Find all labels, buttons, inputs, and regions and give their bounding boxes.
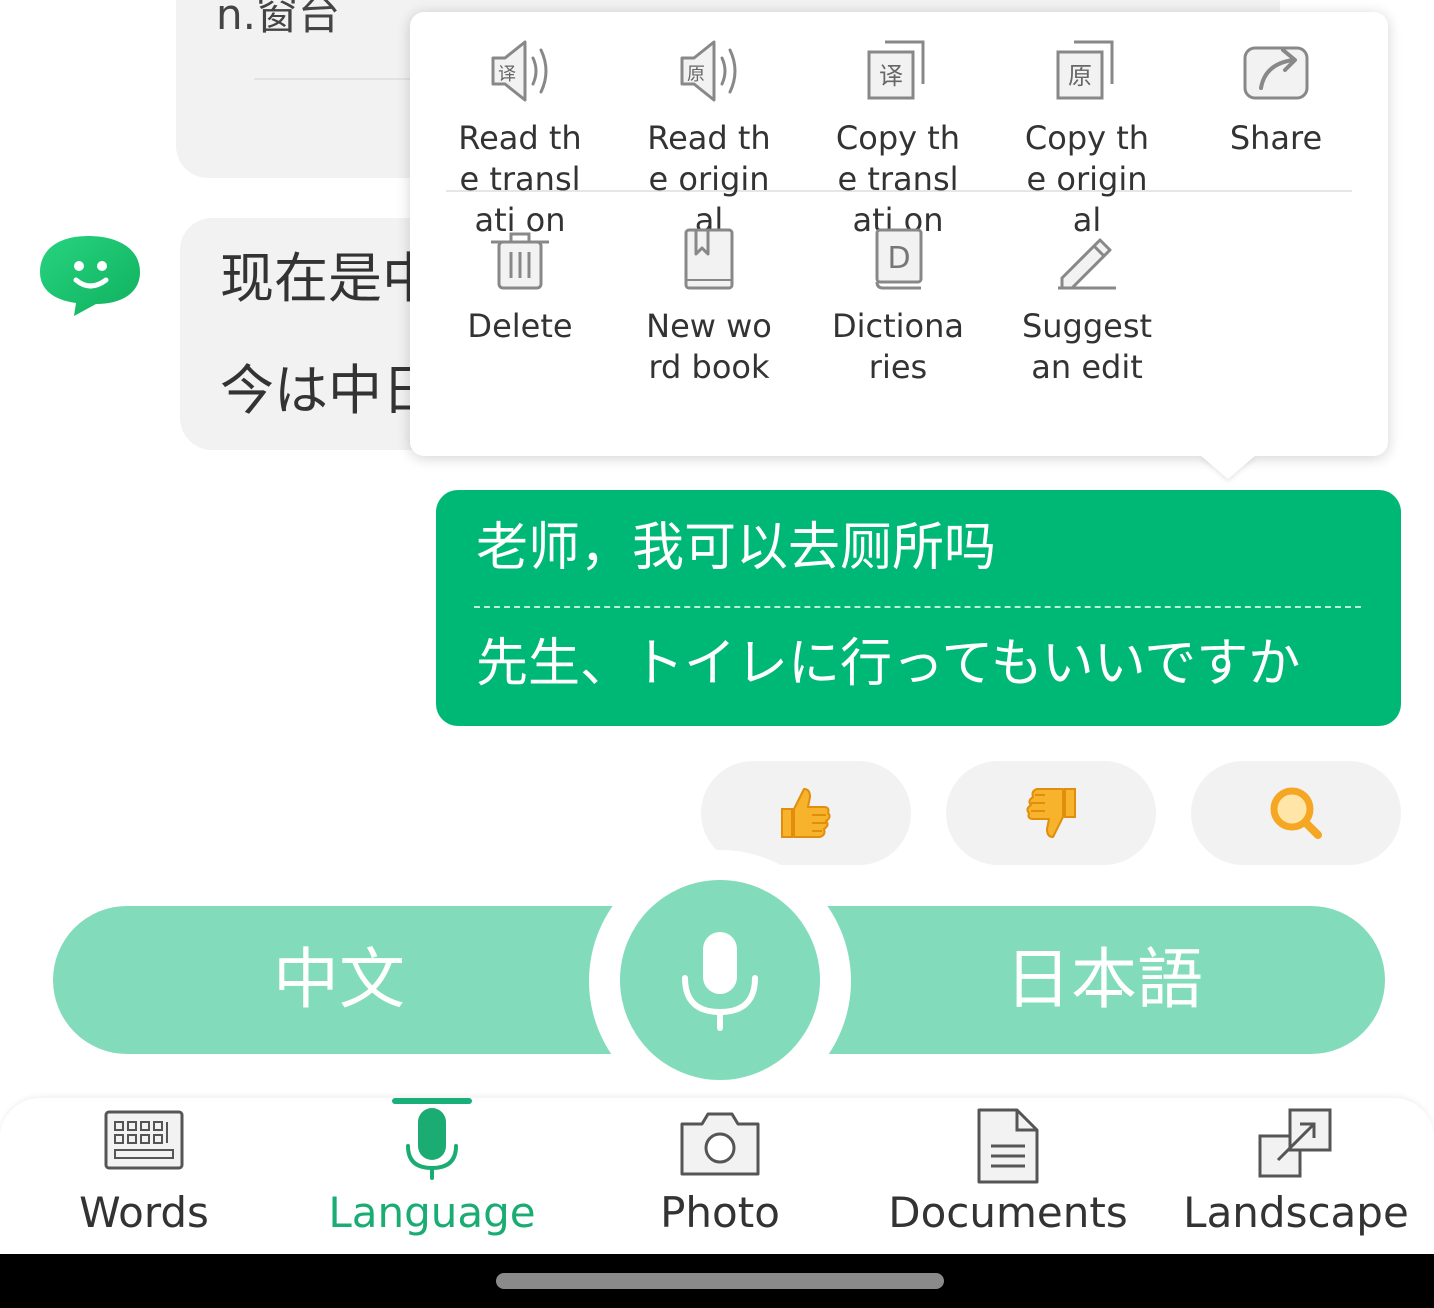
landscape-expand-icon [1258,1108,1332,1178]
menu-item-label: Suggest an edit [1021,307,1153,386]
menu-item-label: Share [1229,119,1323,157]
thumbs-up-icon [781,788,831,838]
keyboard-icon [104,1110,184,1170]
svg-text:译: 译 [498,64,516,85]
message-context-menu: 译 Read the translati on 原 Read the origi… [410,12,1388,456]
svg-text:原: 原 [687,64,705,85]
selected-message-bubble[interactable]: 老师，我可以去厕所吗 先生、トイレに行ってもいいですか [436,490,1401,726]
menu-item-label: Read the original [647,119,771,239]
source-text: 老师，我可以去厕所吗 [476,518,997,578]
camera-icon [680,1112,760,1176]
tab-language[interactable]: Language [302,1098,562,1254]
share-icon [1243,46,1309,100]
tab-landscape[interactable]: Landscape [1166,1098,1426,1254]
search-icon [1270,787,1322,839]
microphone-icon [682,932,758,1031]
menu-item-label: Copy the translati on [835,119,961,239]
copy-translation-button[interactable]: 译 Copy the translati on [810,38,986,241]
thumbs-up-button[interactable] [701,761,911,865]
read-translation-button[interactable]: 译 Read the translati on [432,38,608,241]
trash-icon [491,232,549,290]
document-icon [977,1108,1039,1184]
suggest-edit-button[interactable]: Suggest an edit [999,226,1175,388]
message-source-text: 现在是中 [220,247,436,310]
new-word-book-button[interactable]: New word book [621,226,797,388]
copy-original-icon: 原 [1056,40,1114,100]
tab-documents[interactable]: Documents [878,1098,1138,1254]
menu-item-label: New word book [646,307,772,386]
bottom-navigation: Words Language Photo Documents Landscape [0,1098,1434,1254]
target-language-button[interactable]: 日本語 [805,906,1385,1054]
tab-label: Photo [660,1188,780,1237]
menu-item-label: Read the translati on [458,119,582,239]
dictionaries-button[interactable]: D Dictiona ries [810,226,986,388]
tab-label: Language [328,1188,536,1237]
thumbs-down-icon [1026,788,1076,838]
tab-label: Landscape [1183,1188,1409,1237]
tab-label: Words [79,1188,209,1237]
copy-translation-icon: 译 [867,40,925,100]
menu-pointer [1200,455,1256,479]
svg-text:译: 译 [879,62,903,90]
speaker-original-icon: 原 [680,40,737,102]
bookmark-book-icon [684,228,734,290]
assistant-avatar-icon [36,232,144,318]
menu-item-label: Dictiona ries [831,307,965,386]
source-language-label: 中文 [273,941,405,1018]
tab-words[interactable]: Words [14,1098,274,1254]
previous-message-text: n.窗台 [216,0,340,39]
microphone-icon [406,1108,458,1180]
search-button[interactable] [1191,761,1401,865]
tab-label: Documents [888,1188,1128,1237]
tab-photo[interactable]: Photo [590,1098,850,1254]
speaker-translation-icon: 译 [491,40,548,102]
message-target-text: 今は中日 [220,359,436,422]
menu-item-label: Copy the original [1024,119,1150,239]
source-language-button[interactable]: 中文 [53,906,633,1054]
thumbs-down-button[interactable] [946,761,1156,865]
home-gesture-handle[interactable] [496,1273,944,1289]
translated-text: 先生、トイレに行ってもいいですか [476,634,1301,694]
menu-item-label: Delete [467,307,573,345]
svg-text:D: D [887,241,910,276]
read-original-button[interactable]: 原 Read the original [621,38,797,241]
pencil-icon [1058,238,1116,290]
copy-original-button[interactable]: 原 Copy the original [999,38,1175,241]
delete-button[interactable]: Delete [432,226,608,347]
microphone-button[interactable] [620,880,820,1080]
bubble-dashed-divider [474,606,1361,608]
share-button[interactable]: Share [1188,38,1364,159]
dictionary-icon: D [875,228,923,290]
target-language-label: 日本語 [1005,941,1203,1018]
svg-text:原: 原 [1068,62,1092,90]
